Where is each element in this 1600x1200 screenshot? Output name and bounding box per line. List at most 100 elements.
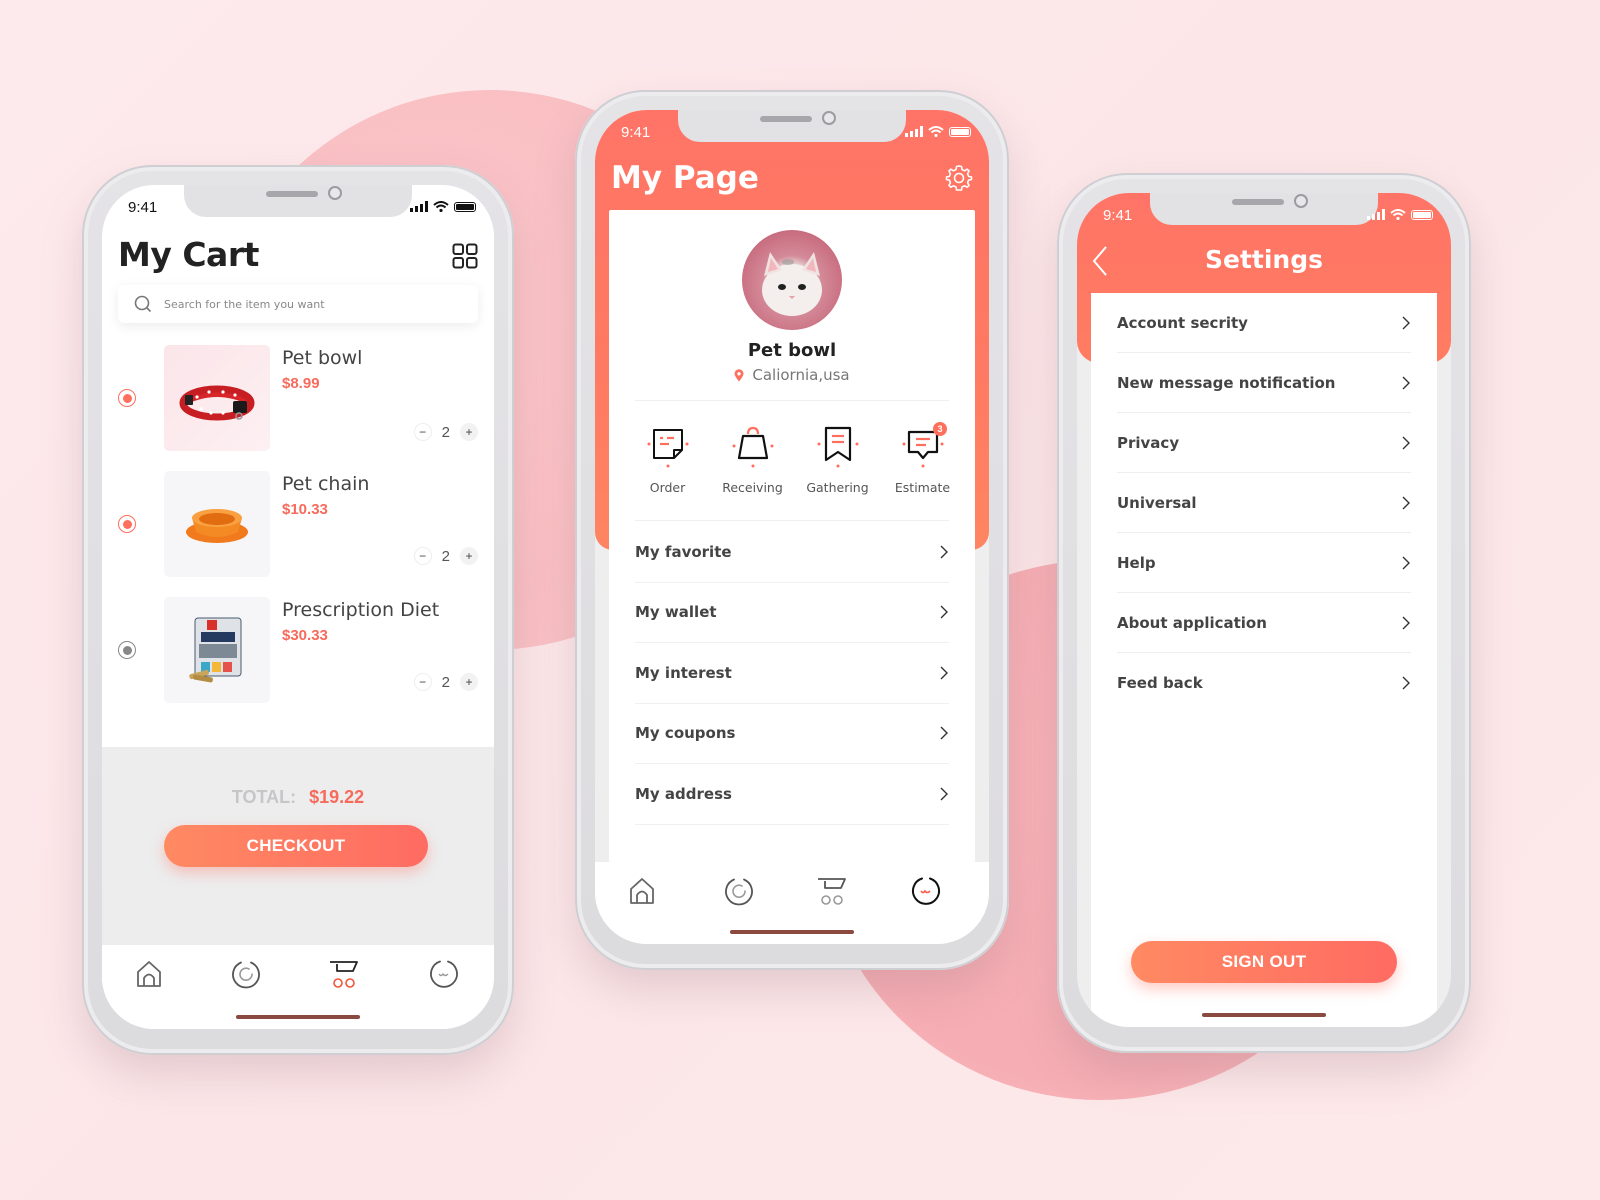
status-icons	[1367, 209, 1433, 220]
settings-item-label: About application	[1117, 613, 1267, 632]
quantity-value: 2	[441, 423, 450, 441]
item-select-radio[interactable]	[118, 389, 136, 407]
home-indicator	[236, 1015, 360, 1019]
profile-card: Pet bowl Caliornia,usa Order Receiving G…	[609, 210, 975, 862]
menu-item-label: My wallet	[635, 603, 717, 622]
decrease-button[interactable]: −	[413, 423, 432, 441]
increase-button[interactable]: +	[460, 547, 478, 565]
chevron-right-icon	[940, 605, 948, 619]
bag-icon	[732, 426, 773, 468]
cart-item: Pet chain $10.33 − 2 +	[102, 471, 494, 577]
settings-item-privacy[interactable]: Privacy	[1117, 413, 1411, 473]
cart-icon[interactable]	[329, 959, 359, 989]
item-select-radio[interactable]	[118, 515, 136, 533]
settings-item-universal[interactable]: Universal	[1117, 473, 1411, 533]
product-image-bowl	[164, 471, 270, 577]
settings-item-about[interactable]: About application	[1117, 593, 1411, 653]
notch	[1150, 193, 1378, 225]
item-price: $30.33	[282, 627, 328, 644]
page-title: My Page	[611, 160, 759, 196]
cart-icon[interactable]	[817, 876, 847, 906]
chevron-right-icon	[1402, 556, 1410, 569]
item-price: $10.33	[282, 501, 328, 518]
status-time: 9:41	[128, 199, 158, 216]
search-icon	[134, 295, 152, 313]
menu-item-interest[interactable]: My interest	[635, 643, 949, 704]
quantity-stepper: − 2 +	[413, 423, 478, 441]
discover-icon[interactable]	[231, 959, 261, 989]
battery-icon	[1411, 210, 1433, 220]
total-row: TOTAL: $19.22	[102, 787, 494, 808]
product-image-food-bag	[164, 597, 270, 703]
gear-icon[interactable]	[945, 164, 973, 192]
bookmark-icon	[817, 426, 858, 468]
menu-item-label: My interest	[635, 663, 732, 682]
quick-action-order[interactable]: Order	[625, 424, 710, 495]
chevron-right-icon	[1402, 436, 1410, 449]
menu-item-coupons[interactable]: My coupons	[635, 704, 949, 764]
home-icon[interactable]	[627, 876, 657, 906]
chevron-right-icon	[1402, 376, 1410, 389]
avatar[interactable]	[742, 230, 842, 330]
tab-bar	[595, 862, 989, 944]
increase-button[interactable]: +	[460, 423, 478, 441]
profile-menu: My favorite My wallet My interest My cou…	[635, 522, 949, 825]
item-select-radio[interactable]	[118, 641, 136, 659]
settings-item-feedback[interactable]: Feed back	[1117, 653, 1411, 713]
quick-action-label: Order	[649, 480, 686, 495]
menu-item-wallet[interactable]: My wallet	[635, 583, 949, 643]
settings-item-label: Universal	[1117, 493, 1197, 512]
total-value: $19.22	[309, 787, 365, 807]
location-text: Caliornia,usa	[752, 366, 850, 384]
settings-item-label: Help	[1117, 553, 1156, 572]
item-price: $8.99	[282, 375, 320, 392]
settings-item-label: Feed back	[1117, 674, 1203, 692]
quick-action-estimate[interactable]: 3 Estimate	[880, 422, 965, 495]
decrease-button[interactable]: −	[413, 673, 432, 691]
menu-item-label: My favorite	[635, 542, 732, 561]
status-time: 9:41	[621, 124, 651, 141]
tab-bar	[102, 945, 494, 1029]
menu-item-favorite[interactable]: My favorite	[635, 522, 949, 583]
quick-action-label: Estimate	[894, 480, 951, 495]
menu-item-label: My coupons	[635, 724, 736, 743]
cart-summary: TOTAL: $19.22 CHECKOUT	[102, 747, 494, 963]
phone-cart: 9:41 My Cart Search for the item you wan…	[82, 165, 514, 1055]
chevron-right-icon	[1402, 676, 1410, 690]
home-icon[interactable]	[134, 959, 164, 989]
grid-icon[interactable]	[452, 243, 478, 269]
profile-icon[interactable]	[429, 959, 459, 989]
sign-out-button[interactable]: SIGN OUT	[1131, 941, 1397, 983]
status-icons	[410, 201, 476, 212]
settings-list: Account secrity New message notification…	[1117, 293, 1411, 713]
search-bar	[118, 285, 478, 323]
battery-icon	[454, 202, 476, 212]
increase-button[interactable]: +	[460, 673, 478, 691]
phone-settings: 9:41 Settings Account secrity New messag…	[1057, 173, 1471, 1053]
search-input[interactable]	[164, 297, 444, 311]
quick-actions: Order Receiving Gathering 3 Estimate	[625, 422, 965, 495]
settings-item-label: Account secrity	[1117, 313, 1248, 332]
decrease-button[interactable]: −	[413, 547, 432, 565]
profile-icon[interactable]	[911, 876, 941, 906]
settings-item-label: New message notification	[1117, 373, 1336, 392]
settings-item-help[interactable]: Help	[1117, 533, 1411, 593]
phone-mypage: 9:41 My Page Pet bowl Caliornia,usa Orde…	[575, 90, 1009, 970]
cart-item: Pet bowl $8.99 − 2 +	[102, 345, 494, 451]
settings-item-account-security[interactable]: Account secrity	[1117, 293, 1411, 353]
quantity-stepper: − 2 +	[413, 547, 478, 565]
notification-badge: 3	[933, 422, 947, 436]
quick-action-gathering[interactable]: Gathering	[795, 424, 880, 495]
quantity-value: 2	[441, 547, 450, 565]
home-indicator	[1202, 1013, 1326, 1017]
cart-screen: 9:41 My Cart Search for the item you wan…	[102, 185, 494, 1029]
checkout-button[interactable]: CHECKOUT	[164, 825, 428, 867]
discover-icon[interactable]	[724, 876, 754, 906]
signal-icon	[905, 126, 923, 137]
page-title: My Cart	[118, 235, 259, 274]
quick-action-receiving[interactable]: Receiving	[710, 424, 795, 495]
settings-item-notifications[interactable]: New message notification	[1117, 353, 1411, 413]
quantity-stepper: − 2 +	[413, 673, 478, 691]
chevron-right-icon	[1402, 496, 1410, 509]
menu-item-address[interactable]: My address	[635, 764, 949, 825]
